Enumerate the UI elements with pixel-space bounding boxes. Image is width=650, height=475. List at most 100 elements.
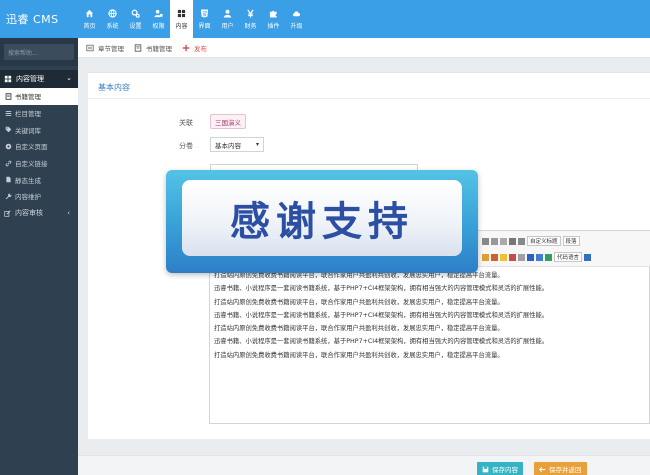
thanks-banner: 感谢支持 [166, 170, 478, 273]
book-icon [5, 93, 12, 100]
redo-icon[interactable] [500, 237, 507, 245]
image-icon[interactable] [482, 253, 489, 261]
tab-bar: 章节管理 书籍管理 发布 [78, 38, 650, 58]
sidebar-item-label: 关键词库 [15, 126, 41, 135]
search-input[interactable]: 搜索帮助... [4, 44, 74, 60]
chevron-left-icon: ‹ [67, 208, 70, 217]
undo-icon[interactable] [491, 237, 498, 245]
edit-icon [4, 210, 11, 217]
save-button[interactable]: 保存内容 [477, 462, 523, 475]
nav-label: 用户 [221, 22, 234, 30]
caret-down-icon: ▾ [255, 141, 259, 148]
nav-label: 升级 [290, 22, 303, 30]
list-icon [86, 44, 94, 51]
circle-icon [5, 143, 12, 150]
nav-home[interactable]: 首页 [78, 0, 101, 38]
thanks-text: 感谢支持 [230, 199, 414, 245]
nav-permissions[interactable]: 权限 [147, 0, 170, 38]
top-nav-menu: 首页 系统 设置 权限 内容 界面 用户 财务 插件 升级 [78, 0, 308, 38]
content-line: 迅睿书籍、小说程序是一套阅读书籍系统，基于PHP7+CI4框架架构，拥有相当强大… [214, 285, 549, 293]
relation-tag[interactable]: 三国演义 [210, 114, 246, 129]
nav-label: 系统 [106, 22, 119, 30]
link-icon [5, 160, 12, 166]
tab-label: 发布 [194, 44, 207, 53]
tab-label: 章节管理 [98, 44, 124, 53]
sidebar-item-custom-page[interactable]: 自定义页面 [0, 138, 78, 155]
sidebar-item-books[interactable]: 书籍管理 [0, 88, 78, 105]
table-icon[interactable] [536, 253, 543, 261]
nav-plugins[interactable]: 插件 [262, 0, 285, 38]
code-language-select[interactable]: 代码语言 [554, 252, 583, 262]
sidebar-item-keywords[interactable]: 关键词库 [0, 121, 78, 138]
sidebar-item-static[interactable]: 静态生成 [0, 171, 78, 188]
relation-label: 关联 [179, 119, 193, 127]
nav-label: 内容 [175, 22, 188, 30]
file-icon[interactable] [527, 253, 534, 261]
sidebar-item-label: 自定义页面 [15, 143, 48, 152]
content-line: 打造站内原创免费收费书籍阅读平台，联合作家用户共盈利共创收，发展忠实用户，稳定提… [214, 298, 504, 306]
volume-label: 分卷 [179, 142, 193, 150]
volume-select[interactable]: 基本内容 ▾ [210, 137, 264, 152]
divider [88, 98, 650, 99]
user-icon [223, 9, 232, 18]
sidebar-group-review[interactable]: 内容审核 ‹ [0, 205, 78, 222]
align-icon[interactable] [509, 237, 516, 245]
logo-text: 迅睿 CMS [6, 13, 59, 26]
book-icon [134, 43, 142, 52]
nav-label: 设置 [129, 22, 142, 30]
content-line: 迅睿书籍、小说程序是一套阅读书籍系统，基于PHP7+CI4框架架构，拥有相当强大… [214, 338, 549, 346]
nav-label: 财务 [244, 22, 257, 30]
thanks-banner-inner: 感谢支持 [182, 180, 462, 256]
source-icon[interactable] [482, 237, 489, 245]
user-lock-icon [154, 9, 163, 17]
sidebar-item-label: 自定义链接 [15, 160, 48, 169]
sidebar-item-label: 内容维护 [15, 193, 41, 202]
content-line: 迅睿书籍、小说程序是一套阅读书籍系统，基于PHP7+CI4框架架构，拥有相当强大… [214, 311, 549, 319]
nav-interface[interactable]: 界面 [193, 0, 216, 38]
nav-content[interactable]: 内容 [170, 0, 193, 38]
sidebar-group-label: 内容审核 [15, 209, 43, 218]
emoji-icon[interactable] [500, 253, 507, 261]
insert-icon[interactable] [584, 253, 592, 261]
file-icon [6, 176, 11, 183]
editor-content[interactable]: 打造站内原创免费收费书籍阅读平台，联合作家用户共盈利共创收，发展忠实用户，稳定提… [214, 269, 646, 362]
nav-users[interactable]: 用户 [216, 0, 239, 38]
globe-icon [108, 8, 117, 18]
save-button-label: 保存内容 [492, 466, 518, 474]
content-line: 打造站内原创免费收费书籍阅读平台，联合作家用户共盈利共创收，发展忠实用户，稳定提… [214, 325, 504, 333]
sidebar-item-maintain[interactable]: 内容维护 [0, 188, 78, 205]
sidebar-item-custom-link[interactable]: 自定义链接 [0, 155, 78, 172]
top-navbar: 迅睿 CMS 首页 系统 设置 权限 内容 界面 用户 财务 插件 升级 [0, 0, 650, 38]
tab-books[interactable]: 书籍管理 [134, 43, 172, 53]
tag-icon [5, 126, 12, 133]
home-icon [85, 9, 94, 17]
heading-select[interactable]: 自定义标题 [527, 236, 561, 246]
nav-label: 首页 [83, 22, 96, 30]
tab-label: 书籍管理 [146, 44, 172, 53]
video-icon[interactable] [491, 253, 498, 261]
tab-chapters[interactable]: 章节管理 [86, 43, 124, 53]
save-icon [482, 466, 489, 472]
plus-icon [182, 44, 190, 51]
grid-icon [177, 9, 186, 17]
sidebar-group-content[interactable]: 内容管理 ⌄ [0, 70, 78, 88]
cogs-icon [131, 9, 140, 18]
logo[interactable]: 迅睿 CMS [0, 0, 78, 38]
nav-settings[interactable]: 设置 [124, 0, 147, 38]
nav-finance[interactable]: 财务 [239, 0, 262, 38]
code-icon[interactable] [545, 253, 552, 261]
list-icon [5, 110, 12, 116]
map-icon[interactable] [509, 253, 516, 261]
nav-system[interactable]: 系统 [101, 0, 124, 38]
tab-publish[interactable]: 发布 [182, 43, 207, 53]
sidebar-item-columns[interactable]: 栏目管理 [0, 105, 78, 122]
save-and-return-button[interactable]: 保存并返回 [534, 462, 587, 475]
attachment-icon[interactable] [518, 253, 525, 261]
sidebar-item-label: 静态生成 [15, 176, 41, 185]
form-actions: 保存内容 保存并返回 [78, 455, 650, 475]
nav-upgrade[interactable]: 升级 [285, 0, 308, 38]
list-icon[interactable] [518, 237, 525, 245]
sidebar-item-label: 书籍管理 [15, 93, 41, 102]
sidebar-search: 搜索帮助... [0, 38, 78, 66]
paragraph-select[interactable]: 段落 [562, 236, 580, 246]
